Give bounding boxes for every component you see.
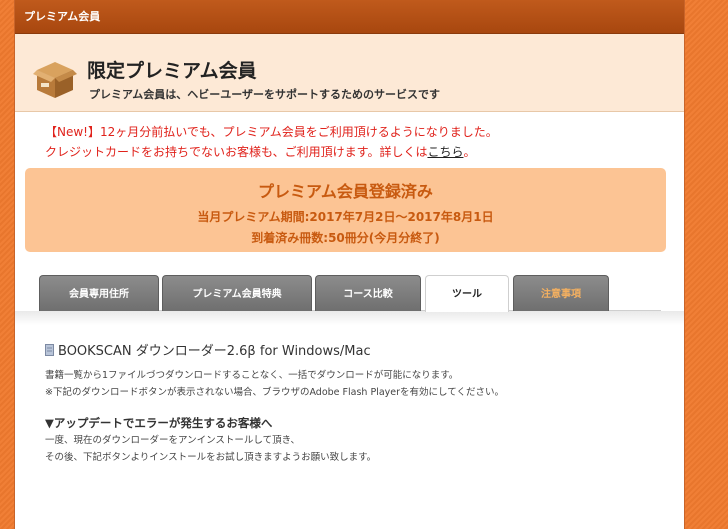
notice-line-2-text: クレジットカードをお持ちでないお客様も、ご利用頂けます。詳しくは (45, 145, 428, 159)
top-bar-title: プレミアム会員 (24, 10, 101, 23)
update-line-2: その後、下記ボタンよりインストールをお試し頂きますようお願い致します。 (45, 452, 377, 463)
notice-line-1: 【New!】12ヶ月分前払いでも、プレミアム会員をご利用頂けるようになりました。 (45, 125, 498, 139)
downloader-title: BOOKSCAN ダウンローダー2.6β for Windows/Mac (45, 340, 371, 359)
news-notice: 【New!】12ヶ月分前払いでも、プレミアム会員をご利用頂けるようになりました。… (45, 122, 498, 162)
page-subtitle: プレミアム会員は、ヘビーユーザーをサポートするためのサービスです (89, 88, 441, 101)
notice-line-2: クレジットカードをお持ちでないお客様も、ご利用頂けます。詳しくはこちら。 (45, 142, 498, 162)
tab-tools[interactable]: ツール (425, 275, 509, 312)
tab-shadow (15, 311, 684, 325)
cardboard-box-icon (33, 62, 77, 98)
update-error-heading: ▼アップデートでエラーが発生するお客様へ (45, 416, 273, 430)
details-link[interactable]: こちら (427, 145, 463, 159)
tab-member-address[interactable]: 会員専用住所 (39, 275, 159, 311)
main-panel: プレミアム会員 限定プレミアム会員 プレミアム会員は、ヘビーユーザーをサポートす… (14, 0, 685, 529)
update-instructions: 一度、現在のダウンローダーをアンインストールして頂き、 その後、下記ボタンよりイ… (45, 432, 376, 466)
description-line-1: 書籍一覧から1ファイルづつダウンロードすることなく、一括でダウンロードが可能にな… (45, 370, 459, 381)
tab-premium-benefits[interactable]: プレミアム会員特典 (162, 275, 312, 311)
top-bar: プレミアム会員 (15, 0, 684, 34)
notice-line-2-end: 。 (463, 145, 476, 159)
downloader-title-text: BOOKSCAN ダウンローダー2.6β for Windows/Mac (58, 344, 371, 359)
description-line-2: ※下記のダウンロードボタンが表示されない場合、ブラウザのAdobe Flash … (45, 387, 504, 398)
page-title: 限定プレミアム会員 (87, 60, 257, 82)
downloader-description: 書籍一覧から1ファイルづつダウンロードすることなく、一括でダウンロードが可能にな… (45, 367, 504, 401)
update-line-1: 一度、現在のダウンローダーをアンインストールして頂き、 (45, 435, 300, 446)
membership-status-box: プレミアム会員登録済み 当月プレミアム期間:2017年7月2日〜2017年8月1… (25, 168, 666, 252)
status-books: 到着済み冊数:50冊分(今月分終了) (251, 231, 440, 245)
tab-course-comparison[interactable]: コース比較 (315, 275, 421, 311)
status-period: 当月プレミアム期間:2017年7月2日〜2017年8月1日 (197, 210, 494, 224)
document-icon (45, 344, 54, 356)
page-header: 限定プレミアム会員 プレミアム会員は、ヘビーユーザーをサポートするためのサービス… (15, 34, 684, 112)
status-title: プレミアム会員登録済み (258, 182, 433, 201)
tab-notes[interactable]: 注意事項 (513, 275, 609, 311)
